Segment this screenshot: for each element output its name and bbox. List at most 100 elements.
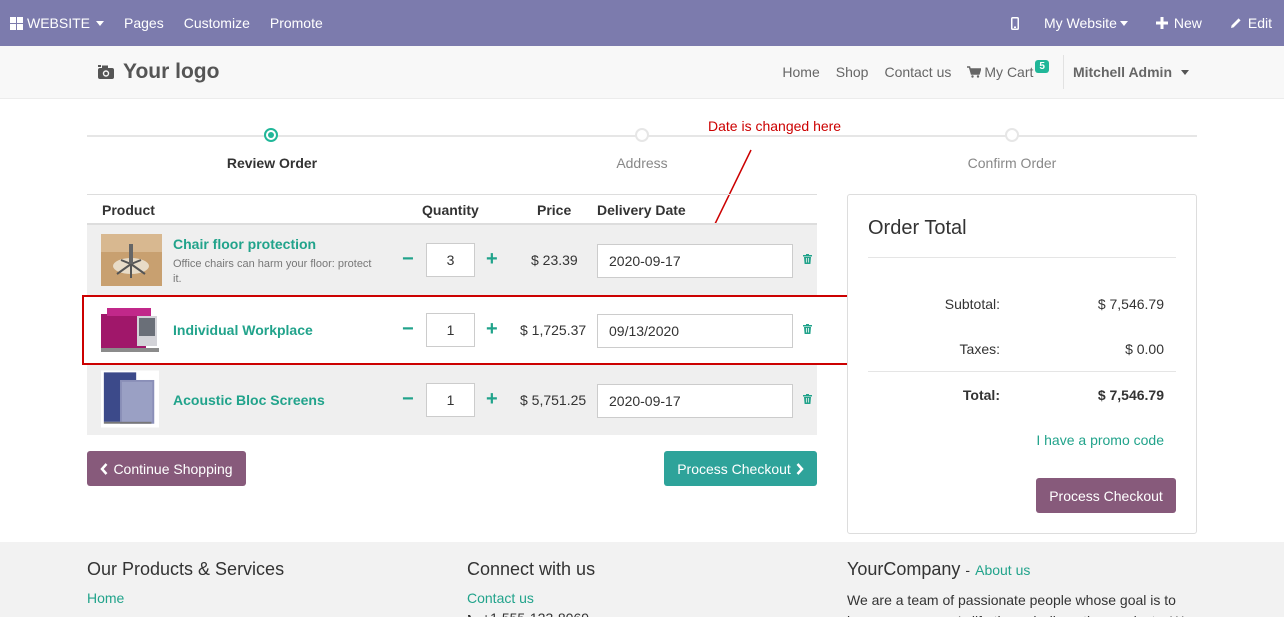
wizard-step-confirm: Confirm Order (967, 155, 1057, 171)
product-image-acoustic-bloc-screens (101, 370, 159, 428)
nav-contact[interactable]: Contact us (876, 64, 959, 80)
admin-topbar: WEBSITE Pages Customize Promote My Websi… (0, 0, 1284, 46)
delivery-date-input[interactable] (597, 244, 793, 278)
new-button[interactable]: New (1138, 0, 1220, 46)
delivery-date-input[interactable] (597, 384, 793, 418)
quantity-input[interactable] (426, 243, 475, 277)
cart-row-acoustic-bloc-screens: Acoustic Bloc Screens − + $ 5,751.25 (87, 365, 817, 435)
wizard-step-dot-address (635, 128, 649, 142)
site-logo[interactable]: Your logo (97, 60, 219, 84)
pages-menu[interactable]: Pages (114, 0, 174, 46)
wizard-step-review: Review Order (226, 155, 318, 171)
promo-code-link[interactable]: I have a promo code (1036, 432, 1164, 448)
cart-table-header: Product Quantity Price Delivery Date (87, 194, 817, 225)
taxes-value: $ 0.00 (1125, 341, 1164, 357)
footer-company-separator: - (965, 562, 971, 578)
footer-products-title: Our Products & Services (87, 559, 285, 579)
footer-connect-title: Connect with us (467, 559, 596, 579)
phone-icon (468, 614, 471, 617)
new-label: New (1173, 15, 1202, 31)
website-menu[interactable]: WEBSITE (0, 0, 114, 46)
chevron-down-icon (96, 20, 105, 26)
decrease-quantity-button[interactable]: − (402, 389, 414, 409)
nav-divider (1062, 55, 1064, 89)
edit-label: Edit (1247, 15, 1272, 31)
shopping-cart-icon (967, 66, 982, 78)
product-price: $ 5,751.25 (520, 392, 587, 408)
my-website-label: My Website (1043, 15, 1117, 31)
pencil-icon (1230, 18, 1241, 28)
trash-icon[interactable] (803, 394, 812, 404)
promote-menu[interactable]: Promote (260, 0, 333, 46)
subtotal-label: Subtotal: (944, 296, 1000, 312)
continue-shopping-label: Continue Shopping (113, 460, 233, 477)
product-description: Office chairs can harm your floor: prote… (173, 258, 372, 285)
mobile-phone-icon (1010, 16, 1019, 30)
increase-quantity-button[interactable]: + (486, 389, 498, 409)
annotation-highlight-box (82, 295, 861, 365)
product-name-acoustic-bloc-screens[interactable]: Acoustic Bloc Screens (173, 392, 325, 408)
total-value: $ 7,546.79 (1097, 387, 1164, 403)
order-total-divider (868, 257, 1176, 258)
process-checkout-button[interactable]: Process Checkout (664, 451, 817, 486)
footer-company-name: YourCompany (847, 559, 961, 579)
chevron-left-icon (100, 462, 108, 475)
user-menu[interactable]: Mitchell Admin (1065, 64, 1189, 80)
mobile-preview-button[interactable] (994, 0, 1036, 46)
customize-menu[interactable]: Customize (174, 0, 260, 46)
main-nav: Home Shop Contact us My Cart 5 Mitchell … (774, 46, 1189, 98)
quantity-input[interactable] (426, 383, 475, 417)
continue-shopping-button[interactable]: Continue Shopping (87, 451, 246, 486)
footer-home-link[interactable]: Home (87, 590, 284, 606)
footer-company-text: We are a team of passionate people whose… (847, 592, 1191, 617)
product-name-chair-floor-protection[interactable]: Chair floor protection (173, 236, 316, 252)
order-process-checkout-button[interactable]: Process Checkout (1036, 478, 1176, 513)
edit-button[interactable]: Edit (1220, 0, 1284, 46)
column-header-delivery-date: Delivery Date (597, 202, 686, 218)
wizard-step-dot-review (264, 128, 278, 142)
increase-quantity-button[interactable]: + (486, 249, 498, 269)
taxes-label: Taxes: (959, 341, 1000, 357)
plus-icon (1155, 17, 1168, 29)
site-header: Your logo Home Shop Contact us My Cart 5… (0, 46, 1284, 99)
chevron-right-icon (796, 462, 804, 475)
nav-cart[interactable]: My Cart 5 (959, 59, 1057, 80)
camera-icon (98, 65, 114, 79)
footer-company-heading: YourCompany - About us (847, 559, 1192, 580)
wizard-step-dot-confirm (1005, 128, 1019, 142)
footer-products-column: Our Products & Services Home (87, 559, 284, 606)
footer-about-link[interactable]: About us (975, 562, 1030, 578)
footer-phone-number: +1 555-123-8069 (482, 608, 589, 617)
annotation-text: Date is changed here (708, 118, 842, 134)
column-header-quantity: Quantity (422, 202, 479, 218)
column-header-product: Product (102, 202, 155, 218)
cart-count-badge: 5 (1035, 59, 1049, 73)
order-total-panel: Order Total Subtotal: $ 7,546.79 Taxes: … (847, 194, 1197, 534)
footer-phone: +1 555-123-8069 (467, 608, 812, 617)
apps-grid-icon (10, 16, 23, 30)
footer-contact-link[interactable]: Contact us (467, 590, 812, 606)
product-price: $ 23.39 (531, 252, 578, 268)
product-image-chair-floor-protection (101, 234, 162, 286)
total-divider (868, 371, 1176, 372)
user-name: Mitchell Admin (1072, 64, 1172, 80)
decrease-quantity-button[interactable]: − (402, 249, 414, 269)
my-website-menu[interactable]: My Website (1036, 0, 1138, 46)
chevron-down-icon (1119, 20, 1128, 26)
cart-label: My Cart (984, 64, 1034, 80)
site-footer: Our Products & Services Home Connect wit… (0, 542, 1284, 617)
chevron-down-icon (1181, 69, 1189, 75)
order-total-title: Order Total (868, 217, 967, 239)
footer-company-column: YourCompany - About us We are a team of … (847, 559, 1192, 617)
column-header-price: Price (537, 202, 572, 218)
nav-home[interactable]: Home (774, 64, 827, 80)
subtotal-value: $ 7,546.79 (1097, 296, 1164, 312)
footer-connect-column: Connect with us Contact us +1 555-123-80… (467, 559, 812, 617)
cart-row-chair-floor-protection: Chair floor protection Office chairs can… (87, 225, 817, 295)
nav-shop[interactable]: Shop (828, 64, 877, 80)
total-label: Total: (962, 387, 1000, 403)
logo-text: Your logo (123, 60, 220, 83)
process-checkout-label: Process Checkout (677, 460, 791, 477)
website-menu-label: WEBSITE (27, 15, 91, 31)
trash-icon[interactable] (803, 254, 812, 264)
